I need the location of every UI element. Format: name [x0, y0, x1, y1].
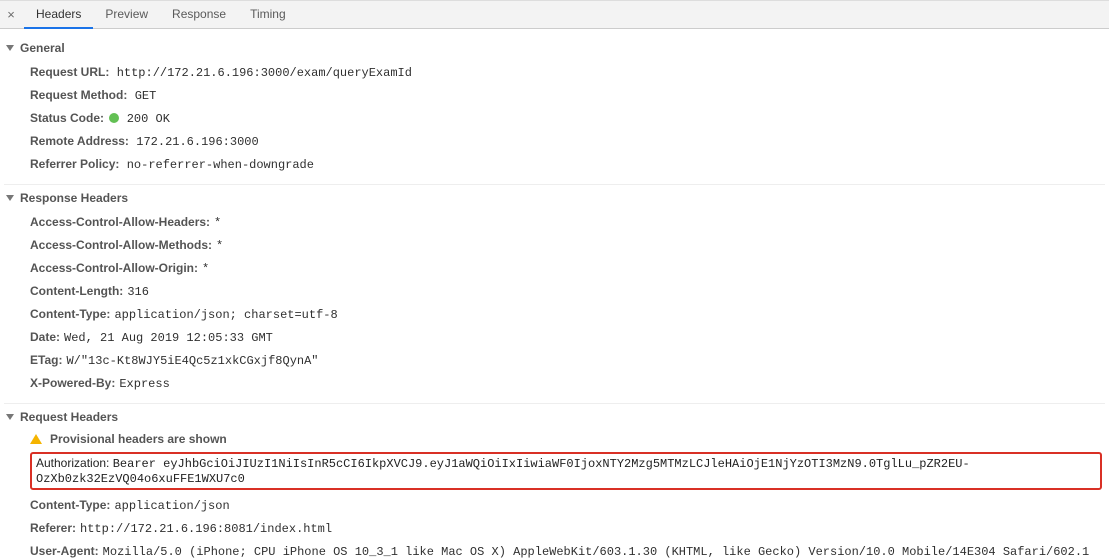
remote-address-row: Remote Address: 172.21.6.196:3000 [30, 130, 1105, 153]
req-content-type-row: Content-Type:application/json [30, 494, 1105, 517]
caret-down-icon [6, 414, 14, 420]
request-url-value: http://172.21.6.196:3000/exam/queryExamI… [117, 66, 412, 80]
warning-icon [30, 434, 42, 444]
headers-pane: General Request URL: http://172.21.6.196… [0, 29, 1109, 559]
content-type-row: Content-Type:application/json; charset=u… [30, 303, 1105, 326]
section-general[interactable]: General [4, 35, 1105, 61]
status-ok-icon [109, 113, 119, 123]
remote-address-value: 172.21.6.196:3000 [136, 135, 258, 149]
section-request-headers[interactable]: Request Headers [4, 403, 1105, 430]
response-headers-list: Access-Control-Allow-Headers:* Access-Co… [4, 211, 1105, 399]
provisional-warning-text: Provisional headers are shown [50, 432, 227, 446]
referrer-policy-value: no-referrer-when-downgrade [127, 158, 314, 172]
close-icon[interactable]: × [4, 8, 18, 22]
x-powered-by-row: X-Powered-By:Express [30, 372, 1105, 395]
caret-down-icon [6, 45, 14, 51]
request-method-value: GET [135, 89, 157, 103]
request-url-row: Request URL: http://172.21.6.196:3000/ex… [30, 61, 1105, 84]
authorization-value: Bearer eyJhbGciOiJIUzI1NiIsInR5cCI6IkpXV… [36, 457, 970, 486]
request-method-row: Request Method: GET [30, 84, 1105, 107]
acam-row: Access-Control-Allow-Methods:* [30, 234, 1105, 257]
general-list: Request URL: http://172.21.6.196:3000/ex… [4, 61, 1105, 180]
request-headers-list: Provisional headers are shown Authorizat… [4, 430, 1105, 559]
tab-preview[interactable]: Preview [93, 1, 160, 29]
acao-row: Access-Control-Allow-Origin:* [30, 257, 1105, 280]
status-code-label: Status Code: [30, 111, 104, 125]
status-code-value: 200 OK [127, 112, 170, 126]
request-method-label: Request Method: [30, 88, 127, 102]
status-code-row: Status Code: 200 OK [30, 107, 1105, 130]
caret-down-icon [6, 195, 14, 201]
authorization-highlight: Authorization: Bearer eyJhbGciOiJIUzI1Ni… [30, 452, 1102, 490]
provisional-warning: Provisional headers are shown [30, 430, 1105, 450]
etag-row: ETag:W/"13c-Kt8WJY5iE4Qc5z1xkCGxjf8QynA" [30, 349, 1105, 372]
tab-response[interactable]: Response [160, 1, 238, 29]
section-general-label: General [20, 41, 65, 55]
user-agent-row: User-Agent:Mozilla/5.0 (iPhone; CPU iPho… [30, 540, 1105, 559]
request-url-label: Request URL: [30, 65, 109, 79]
section-response-headers[interactable]: Response Headers [4, 184, 1105, 211]
section-request-headers-label: Request Headers [20, 410, 118, 424]
referrer-policy-row: Referrer Policy: no-referrer-when-downgr… [30, 153, 1105, 176]
section-response-headers-label: Response Headers [20, 191, 128, 205]
referer-row: Referer:http://172.21.6.196:8081/index.h… [30, 517, 1105, 540]
content-length-row: Content-Length:316 [30, 280, 1105, 303]
date-row: Date:Wed, 21 Aug 2019 12:05:33 GMT [30, 326, 1105, 349]
referrer-policy-label: Referrer Policy: [30, 157, 119, 171]
remote-address-label: Remote Address: [30, 134, 129, 148]
tab-timing[interactable]: Timing [238, 1, 298, 29]
acah-row: Access-Control-Allow-Headers:* [30, 211, 1105, 234]
tabbar: × Headers Preview Response Timing [0, 0, 1109, 29]
tab-headers[interactable]: Headers [24, 1, 93, 29]
authorization-label: Authorization: [36, 456, 109, 470]
